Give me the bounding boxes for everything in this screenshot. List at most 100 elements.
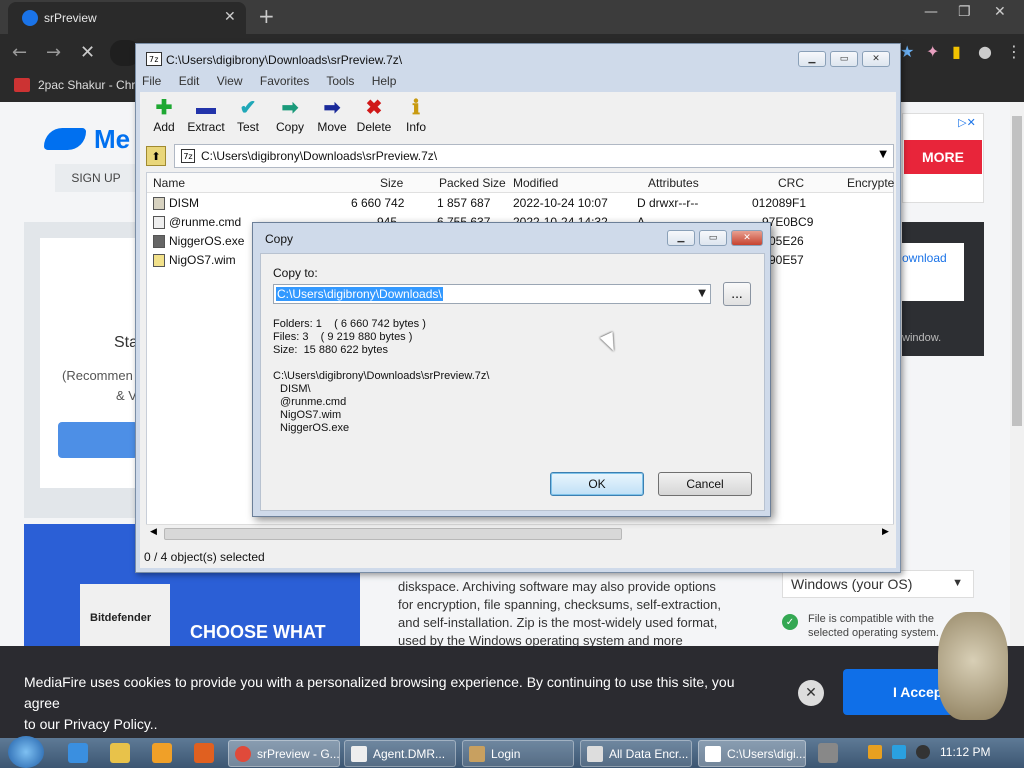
col-encrypted[interactable]: Encrypte — [847, 176, 894, 190]
exe-file-icon — [153, 235, 165, 248]
close-icon[interactable]: ✕ — [731, 230, 763, 246]
toolbar-info-button[interactable]: ℹ Info — [394, 96, 438, 140]
search-icon[interactable] — [868, 745, 882, 759]
taskbar-button-agent[interactable]: Agent.DMR... — [344, 740, 456, 767]
tab-title: srPreview — [44, 11, 97, 25]
scrollbar-thumb[interactable] — [1012, 116, 1022, 426]
toolbar-extract-button[interactable]: ▬ Extract — [184, 96, 228, 140]
os-select[interactable]: Windows (your OS) ▼ — [782, 570, 974, 598]
menu-icon[interactable]: ⋮ — [1006, 42, 1022, 61]
toolbar-copy-button[interactable]: ➡ Copy — [268, 96, 312, 140]
toolbar-test-button[interactable]: ✔ Test — [226, 96, 270, 140]
chevron-down-icon[interactable]: ▼ — [698, 288, 706, 299]
signup-button[interactable]: SIGN UP — [55, 164, 137, 192]
toolbar-move-button[interactable]: ➡ Move — [310, 96, 354, 140]
puzzle-icon[interactable]: ✦ — [926, 42, 939, 61]
cookie-close-icon[interactable]: ✕ — [798, 680, 824, 706]
destination-path-combo[interactable]: C:\Users\digibrony\Downloads\ ▼ — [273, 284, 711, 304]
minimize-icon[interactable]: ▁ — [798, 51, 826, 67]
col-attributes[interactable]: Attributes — [648, 176, 699, 190]
toolbar-add-button[interactable]: ✚ Add — [142, 96, 186, 140]
stop-loading-icon[interactable]: ✕ — [80, 42, 95, 63]
download-button[interactable] — [58, 422, 138, 458]
toolbar-delete-button[interactable]: ✖ Delete — [352, 96, 396, 140]
maximize-icon[interactable]: ▭ — [830, 51, 858, 67]
col-modified[interactable]: Modified — [513, 176, 558, 190]
maximize-icon[interactable]: ▭ — [699, 230, 727, 246]
taskbar-button-encrypt[interactable]: All Data Encr... — [580, 740, 692, 767]
menu-favorites[interactable]: Favorites — [260, 74, 309, 88]
article-line: and self-installation. Zip is the most-w… — [398, 615, 718, 630]
scroll-right-icon[interactable]: ▶ — [882, 527, 889, 537]
col-packed[interactable]: Packed Size — [439, 176, 506, 190]
toolbar-label: Info — [405, 120, 426, 134]
folder-up-icon[interactable]: ⬆ — [146, 146, 166, 166]
browse-button[interactable]: ... — [723, 282, 751, 306]
col-crc[interactable]: CRC — [778, 176, 804, 190]
profile-icon[interactable]: ● — [978, 42, 992, 61]
chevron-down-icon[interactable]: ▼ — [879, 149, 887, 160]
close-window-icon[interactable]: ✕ — [994, 4, 1006, 20]
back-icon[interactable]: ← — [12, 42, 27, 63]
compat-line: selected operating system. — [808, 627, 939, 639]
cancel-button[interactable]: Cancel — [658, 472, 752, 496]
sevenzip-titlebar[interactable]: 7z C:\Users\digibrony\Downloads\srPrevie… — [136, 44, 900, 72]
destination-path-value[interactable]: C:\Users\digibrony\Downloads\ — [276, 287, 443, 301]
bookmark-item[interactable]: 2pac Shakur - Chro — [38, 78, 142, 92]
download-link-box[interactable]: ownload — [902, 243, 964, 301]
menu-edit[interactable]: Edit — [179, 74, 200, 88]
explorer-icon[interactable] — [110, 743, 130, 763]
forward-icon[interactable]: → — [46, 42, 61, 63]
ie-icon[interactable] — [68, 743, 88, 763]
taskbar-button-7zip[interactable]: C:\Users\digi... — [698, 740, 806, 767]
restore-icon[interactable]: ❐ — [958, 4, 971, 20]
network-icon[interactable] — [892, 745, 906, 759]
sidebar-icon[interactable]: ▮ — [952, 42, 961, 61]
taskbar-label: All Data Encr... — [609, 747, 689, 761]
tab-close-icon[interactable]: ✕ — [224, 8, 236, 25]
media-player-icon[interactable] — [152, 743, 172, 763]
address-field[interactable]: 7z C:\Users\digibrony\Downloads\srPrevie… — [174, 144, 894, 168]
source-item: NiggerOS.exe — [280, 422, 350, 434]
tray-app-icon[interactable] — [818, 743, 838, 763]
ok-button[interactable]: OK — [550, 472, 644, 496]
chrome-icon — [235, 746, 251, 762]
mediafire-logo[interactable]: Me — [44, 122, 139, 156]
taskbar-button-login[interactable]: Login — [462, 740, 574, 767]
horizontal-scrollbar[interactable]: ◀ ▶ — [146, 524, 894, 542]
volume-icon[interactable] — [916, 745, 930, 759]
file-name: @runme.cmd — [169, 215, 242, 229]
col-size[interactable]: Size — [380, 176, 403, 190]
new-tab-icon[interactable]: + — [258, 4, 275, 28]
status-bar: 0 / 4 object(s) selected — [144, 550, 265, 564]
browser-tab-active[interactable]: srPreview ✕ — [8, 2, 246, 34]
page-scrollbar[interactable] — [1010, 102, 1024, 738]
minimize-icon[interactable]: ▁ — [667, 230, 695, 246]
ad-choices-icon[interactable]: ▷✕ — [952, 114, 982, 130]
source-item: NigOS7.wim — [280, 409, 342, 421]
menu-help[interactable]: Help — [372, 74, 397, 88]
toolbar-label: Extract — [187, 120, 225, 134]
taskbar-button-chrome[interactable]: srPreview - G... — [228, 740, 340, 767]
file-row[interactable]: DISM 6 660 742 1 857 687 2022-10-24 10:0… — [147, 194, 893, 213]
file-modified: 2022-10-24 10:07 — [513, 196, 608, 210]
minimize-icon[interactable]: — — [924, 4, 938, 20]
test-icon: ✔ — [239, 97, 257, 119]
start-button[interactable] — [8, 736, 44, 768]
clock[interactable]: 11:12 PM — [940, 745, 990, 759]
app-icon[interactable] — [194, 743, 214, 763]
cookie-line: to our Privacy Policy.. — [24, 716, 158, 732]
scroll-left-icon[interactable]: ◀ — [150, 527, 157, 537]
close-icon[interactable]: ✕ — [862, 51, 890, 67]
scrollbar-thumb[interactable] — [164, 528, 622, 540]
menu-view[interactable]: View — [217, 74, 243, 88]
extension-icon[interactable]: ★ — [900, 42, 914, 61]
col-name[interactable]: Name — [153, 176, 185, 190]
menu-tools[interactable]: Tools — [326, 74, 354, 88]
menu-file[interactable]: File — [142, 74, 161, 88]
download-link[interactable]: ownload — [902, 251, 947, 265]
login-icon — [469, 746, 485, 762]
window-controls: — ❐ ✕ — [914, 0, 1024, 34]
card-sub-line: (Recommen — [62, 368, 133, 383]
ad-banner[interactable]: MORE — [904, 140, 982, 174]
